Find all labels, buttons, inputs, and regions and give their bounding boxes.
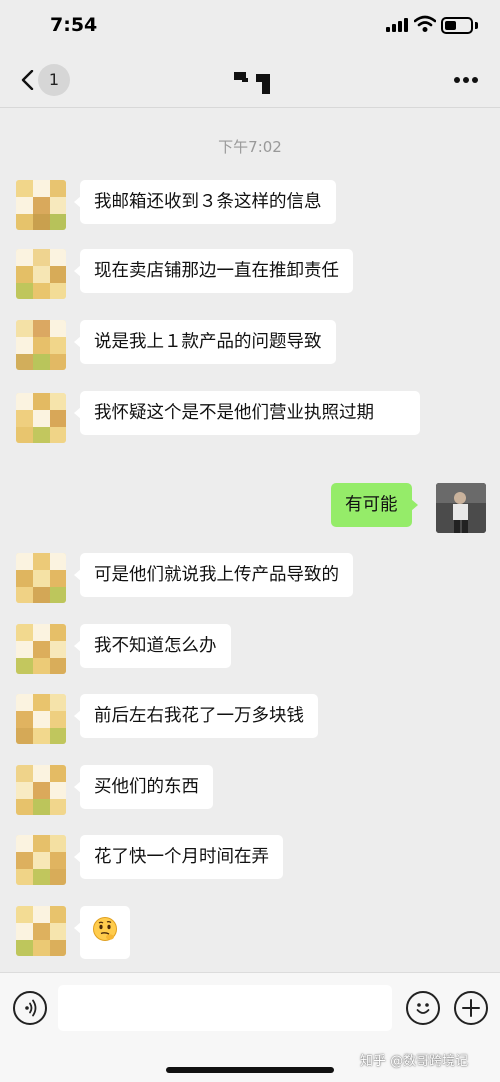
received-message-bubble[interactable]: 我怀疑这个是不是他们营业执照过期 bbox=[74, 391, 420, 435]
contact-avatar[interactable] bbox=[16, 180, 66, 230]
home-indicator[interactable] bbox=[166, 1067, 334, 1073]
received-message-bubble[interactable]: 前后左右我花了一万多块钱 bbox=[74, 694, 318, 738]
contact-avatar[interactable] bbox=[16, 320, 66, 370]
battery-tip bbox=[475, 22, 478, 29]
contact-avatar[interactable] bbox=[16, 835, 66, 885]
received-message-bubble[interactable]: 说是我上１款产品的问题导致 bbox=[74, 320, 336, 364]
voice-icon bbox=[25, 999, 37, 1017]
chevron-left-icon bbox=[21, 70, 34, 90]
smiley-icon bbox=[416, 1003, 430, 1014]
cellular-signal-icon bbox=[386, 18, 410, 32]
my-avatar[interactable] bbox=[436, 483, 486, 533]
message-input[interactable] bbox=[58, 985, 392, 1031]
status-time: 7:54 bbox=[50, 14, 98, 36]
received-message-bubble[interactable]: 花了快一个月时间在弄 bbox=[74, 835, 283, 879]
nav-bar: 1 bbox=[0, 52, 500, 108]
contact-avatar[interactable] bbox=[16, 553, 66, 603]
contact-avatar[interactable] bbox=[16, 393, 66, 443]
contact-avatar[interactable] bbox=[16, 694, 66, 744]
contact-avatar[interactable] bbox=[16, 906, 66, 956]
received-message-bubble[interactable]: 现在卖店铺那边一直在推卸责任 bbox=[74, 249, 353, 293]
received-message-bubble[interactable]: 我不知道怎么办 bbox=[74, 624, 231, 668]
chat-screen: 7:54 1 下午7:02 我邮箱还收到３条这样的信息 现在卖店铺那边一直在推卸… bbox=[0, 0, 500, 1082]
emoji-button[interactable] bbox=[406, 991, 440, 1025]
received-message-bubble[interactable]: 可是他们就说我上传产品导致的 bbox=[74, 553, 353, 597]
more-actions-button[interactable] bbox=[454, 991, 488, 1025]
status-bar: 7:54 bbox=[0, 0, 500, 52]
contact-avatar[interactable] bbox=[16, 765, 66, 815]
wifi-icon bbox=[414, 15, 436, 32]
unread-count-badge: 1 bbox=[38, 64, 70, 96]
received-message-bubble[interactable]: 买他们的东西 bbox=[74, 765, 213, 809]
contact-avatar[interactable] bbox=[16, 624, 66, 674]
more-options-button[interactable] bbox=[448, 74, 484, 86]
message-timestamp: 下午7:02 bbox=[218, 138, 282, 156]
contact-name-redacted bbox=[226, 70, 274, 94]
voice-input-button[interactable] bbox=[13, 991, 47, 1025]
received-message-bubble[interactable]: 我邮箱还收到３条这样的信息 bbox=[74, 180, 336, 224]
contact-avatar[interactable] bbox=[16, 249, 66, 299]
watermark: 知乎 @数哥跨境记 bbox=[360, 1054, 469, 1069]
person-photo-icon bbox=[436, 483, 486, 533]
thinking-face-icon bbox=[93, 917, 117, 941]
sent-message-bubble[interactable]: 有可能 bbox=[331, 483, 417, 527]
battery-icon bbox=[441, 17, 473, 34]
received-emoji-bubble[interactable]: 🤔 bbox=[74, 906, 130, 959]
plus-icon bbox=[462, 999, 480, 1017]
back-button[interactable]: 1 bbox=[14, 64, 74, 96]
